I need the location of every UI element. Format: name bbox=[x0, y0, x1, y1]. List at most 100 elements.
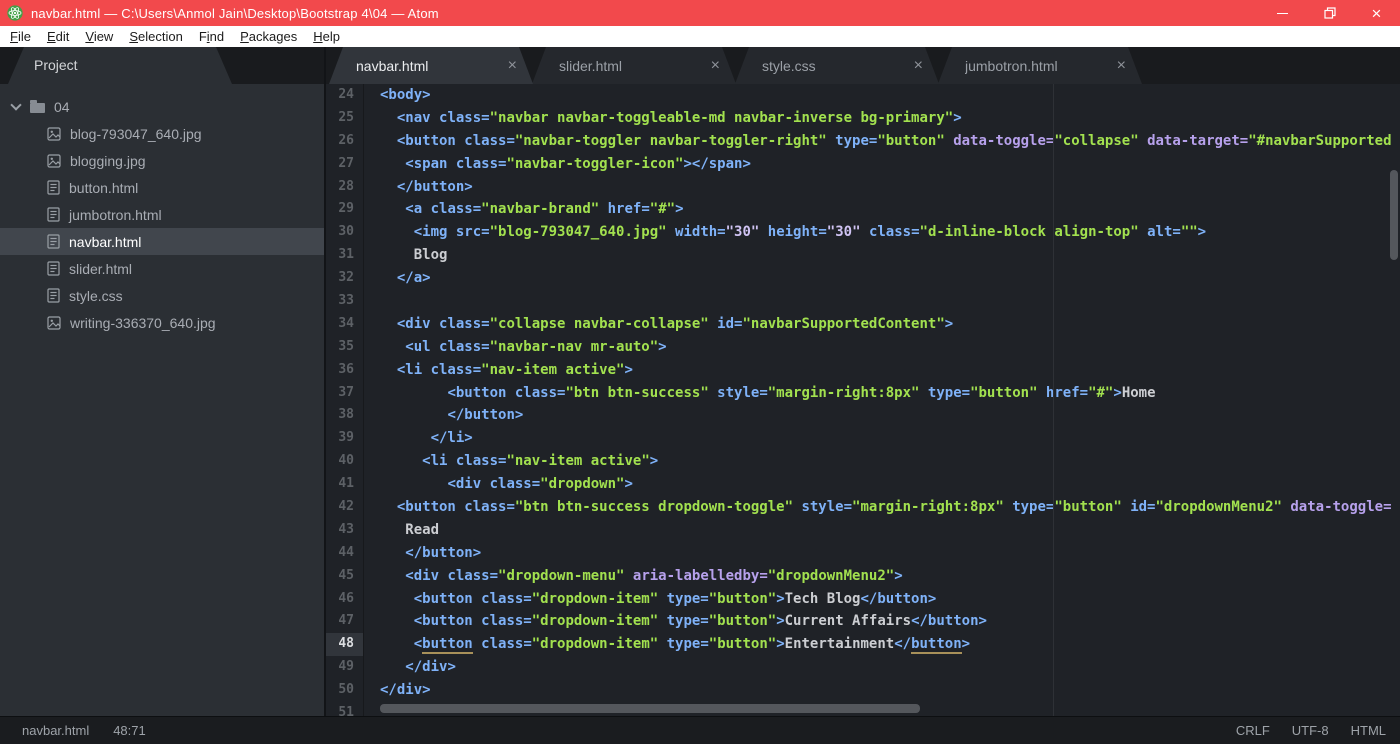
code-line-30[interactable]: 30 <img src="blog-793047_640.jpg" width=… bbox=[326, 221, 1400, 244]
line-number[interactable]: 39 bbox=[326, 427, 364, 450]
code-editor[interactable]: 24<body>25 <nav class="navbar navbar-tog… bbox=[326, 84, 1400, 716]
line-number[interactable]: 48 bbox=[326, 633, 364, 656]
code-line-32[interactable]: 32 </a> bbox=[326, 267, 1400, 290]
code-line-46[interactable]: 46 <button class="dropdown-item" type="b… bbox=[326, 588, 1400, 611]
menu-find[interactable]: Find bbox=[191, 26, 232, 47]
line-number[interactable]: 37 bbox=[326, 382, 364, 405]
horizontal-scrollbar-thumb[interactable] bbox=[380, 704, 920, 713]
tab-close-icon[interactable]: × bbox=[1117, 58, 1126, 74]
code-line-38[interactable]: 38 </button> bbox=[326, 404, 1400, 427]
line-number[interactable]: 36 bbox=[326, 359, 364, 382]
code-line-28[interactable]: 28 </button> bbox=[326, 176, 1400, 199]
menu-help[interactable]: Help bbox=[305, 26, 348, 47]
line-number[interactable]: 24 bbox=[326, 84, 364, 107]
code-line-50[interactable]: 50</div> bbox=[326, 679, 1400, 702]
code-line-26[interactable]: 26 <button class="navbar-toggler navbar-… bbox=[326, 130, 1400, 153]
tree-item-writing-336370-640-jpg[interactable]: writing-336370_640.jpg bbox=[0, 309, 324, 336]
line-number[interactable]: 42 bbox=[326, 496, 364, 519]
line-number[interactable]: 28 bbox=[326, 176, 364, 199]
menu-file[interactable]: File bbox=[2, 26, 39, 47]
image-file-icon bbox=[47, 154, 61, 168]
status-grammar[interactable]: HTML bbox=[1351, 723, 1386, 738]
code-line-31[interactable]: 31 Blog bbox=[326, 244, 1400, 267]
line-number[interactable]: 41 bbox=[326, 473, 364, 496]
status-line-ending[interactable]: CRLF bbox=[1236, 723, 1270, 738]
line-number[interactable]: 33 bbox=[326, 290, 364, 313]
line-number[interactable]: 34 bbox=[326, 313, 364, 336]
tab-label: slider.html bbox=[559, 58, 622, 74]
line-number[interactable]: 45 bbox=[326, 565, 364, 588]
line-number[interactable]: 26 bbox=[326, 130, 364, 153]
text-file-icon bbox=[47, 261, 60, 276]
maximize-restore-button[interactable] bbox=[1306, 0, 1353, 26]
line-number[interactable]: 27 bbox=[326, 153, 364, 176]
line-number[interactable]: 29 bbox=[326, 198, 364, 221]
code-line-25[interactable]: 25 <nav class="navbar navbar-toggleable-… bbox=[326, 107, 1400, 130]
line-number[interactable]: 49 bbox=[326, 656, 364, 679]
tree-item-slider-html[interactable]: slider.html bbox=[0, 255, 324, 282]
line-number[interactable]: 32 bbox=[326, 267, 364, 290]
code-line-42[interactable]: 42 <button class="btn btn-success dropdo… bbox=[326, 496, 1400, 519]
menu-view[interactable]: View bbox=[77, 26, 121, 47]
line-number[interactable]: 46 bbox=[326, 588, 364, 611]
code-line-48[interactable]: 48 <button class="dropdown-item" type="b… bbox=[326, 633, 1400, 656]
line-number[interactable]: 43 bbox=[326, 519, 364, 542]
code-line-44[interactable]: 44 </button> bbox=[326, 542, 1400, 565]
line-number[interactable]: 50 bbox=[326, 679, 364, 702]
code-line-49[interactable]: 49 </div> bbox=[326, 656, 1400, 679]
line-number[interactable]: 30 bbox=[326, 221, 364, 244]
tab-close-icon[interactable]: × bbox=[914, 58, 923, 74]
vertical-scrollbar-thumb[interactable] bbox=[1390, 170, 1398, 260]
tab-slider-html[interactable]: slider.html × bbox=[532, 47, 736, 84]
code-line-29[interactable]: 29 <a class="navbar-brand" href="#"> bbox=[326, 198, 1400, 221]
tree-item-blogging-jpg[interactable]: blogging.jpg bbox=[0, 147, 324, 174]
menu-packages[interactable]: Packages bbox=[232, 26, 305, 47]
tab-close-icon[interactable]: × bbox=[711, 58, 720, 74]
code-line-39[interactable]: 39 </li> bbox=[326, 427, 1400, 450]
line-number[interactable]: 44 bbox=[326, 542, 364, 565]
tab-jumbotron-html[interactable]: jumbotron.html× bbox=[938, 47, 1142, 84]
code-line-33[interactable]: 33 bbox=[326, 290, 1400, 313]
project-sidebar: Project 04blog-793047_640.jpg blogging.jp… bbox=[0, 47, 326, 716]
code-line-45[interactable]: 45 <div class="dropdown-menu" aria-label… bbox=[326, 565, 1400, 588]
code-line-35[interactable]: 35 <ul class="navbar-nav mr-auto"> bbox=[326, 336, 1400, 359]
tab-style-css[interactable]: style.css× bbox=[735, 47, 939, 84]
line-number[interactable]: 47 bbox=[326, 610, 364, 633]
tree-item-label: blogging.jpg bbox=[70, 153, 146, 169]
code-line-47[interactable]: 47 <button class="dropdown-item" type="b… bbox=[326, 610, 1400, 633]
status-cursor-position[interactable]: 48:71 bbox=[113, 723, 146, 738]
chevron-down-icon[interactable] bbox=[10, 99, 21, 110]
code-text: <a class="navbar-brand" href="#"> bbox=[364, 198, 1400, 221]
line-number[interactable]: 40 bbox=[326, 450, 364, 473]
line-number[interactable]: 51 bbox=[326, 702, 364, 716]
line-number[interactable]: 35 bbox=[326, 336, 364, 359]
status-encoding[interactable]: UTF-8 bbox=[1292, 723, 1329, 738]
menu-selection[interactable]: Selection bbox=[121, 26, 190, 47]
tree-item-style-css[interactable]: style.css bbox=[0, 282, 324, 309]
tree-item-jumbotron-html[interactable]: jumbotron.html bbox=[0, 201, 324, 228]
line-number[interactable]: 38 bbox=[326, 404, 364, 427]
tree-item-button-html[interactable]: button.html bbox=[0, 174, 324, 201]
tree-item-label: slider.html bbox=[69, 261, 132, 277]
line-number[interactable]: 25 bbox=[326, 107, 364, 130]
code-line-36[interactable]: 36 <li class="nav-item active"> bbox=[326, 359, 1400, 382]
code-line-24[interactable]: 24<body> bbox=[326, 84, 1400, 107]
line-number[interactable]: 31 bbox=[326, 244, 364, 267]
code-line-34[interactable]: 34 <div class="collapse navbar-collapse"… bbox=[326, 313, 1400, 336]
minimize-button[interactable] bbox=[1259, 0, 1306, 26]
tab-navbar-html[interactable]: navbar.html× bbox=[329, 47, 533, 84]
tree-item-navbar-html[interactable]: navbar.html bbox=[0, 228, 324, 255]
project-tab[interactable]: Project bbox=[8, 47, 232, 84]
atom-window: navbar.html — C:\Users\Anmol Jain\Deskto… bbox=[0, 0, 1400, 744]
code-line-27[interactable]: 27 <span class="navbar-toggler-icon"></s… bbox=[326, 153, 1400, 176]
tree-item-blog-793047-640-jpg[interactable]: blog-793047_640.jpg bbox=[0, 120, 324, 147]
tree-item-04[interactable]: 04 bbox=[0, 93, 324, 120]
menu-edit[interactable]: Edit bbox=[39, 26, 77, 47]
code-line-43[interactable]: 43 Read bbox=[326, 519, 1400, 542]
tab-close-icon[interactable]: × bbox=[508, 58, 517, 74]
code-line-37[interactable]: 37 <button class="btn btn-success" style… bbox=[326, 382, 1400, 405]
close-button[interactable]: × bbox=[1353, 0, 1400, 26]
code-line-40[interactable]: 40 <li class="nav-item active"> bbox=[326, 450, 1400, 473]
code-line-41[interactable]: 41 <div class="dropdown"> bbox=[326, 473, 1400, 496]
statusbar: navbar.html 48:71 CRLF UTF-8 HTML bbox=[0, 716, 1400, 744]
